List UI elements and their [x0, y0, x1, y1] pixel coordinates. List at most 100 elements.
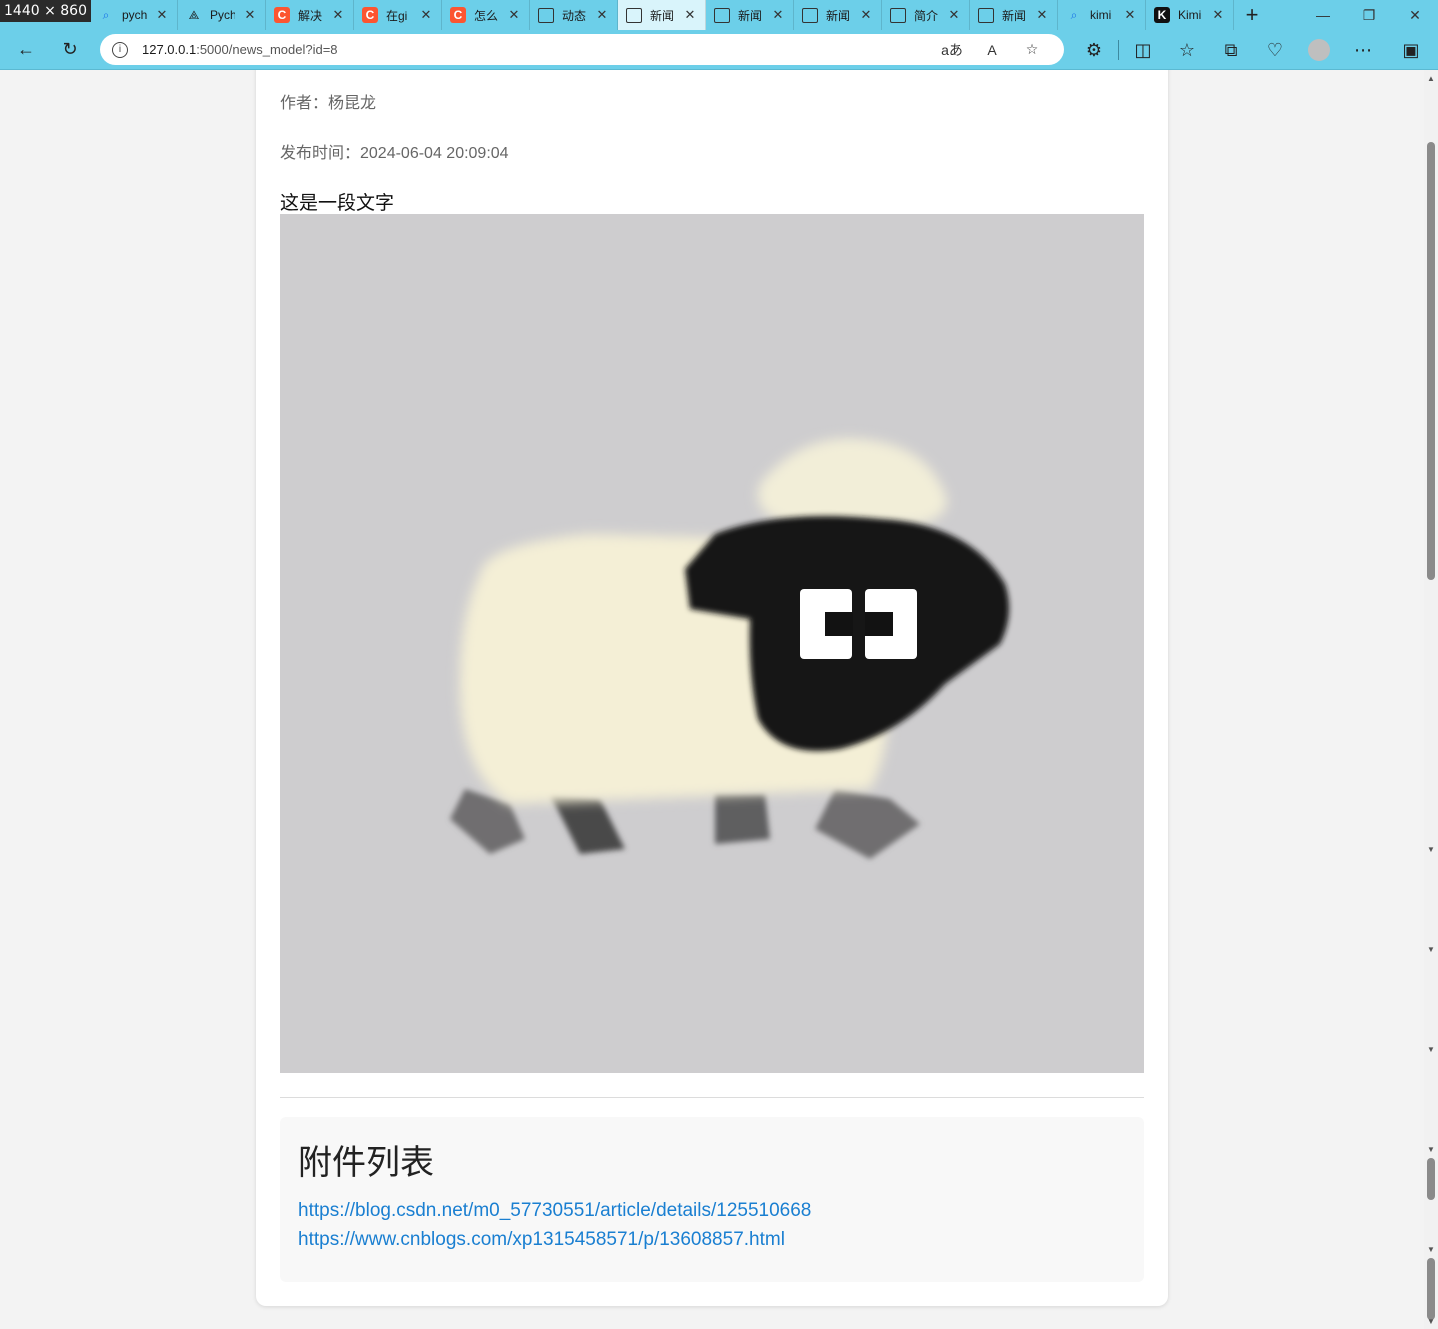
page-icon: [890, 7, 906, 23]
tab-title: kimi: [1090, 8, 1112, 22]
browser-tab[interactable]: ⟁ Pych ✕: [178, 0, 266, 30]
browser-tab[interactable]: ⌕ kimi ✕: [1058, 0, 1146, 30]
tab-title: 新闻: [650, 8, 675, 23]
browser-tab[interactable]: 新闻 ✕: [618, 0, 706, 30]
close-window-icon[interactable]: ✕: [1392, 0, 1438, 30]
sidebar-toggle-icon[interactable]: ▣: [1389, 34, 1433, 66]
avatar: [1308, 39, 1330, 61]
tab-title: 新闻: [1002, 8, 1027, 23]
search-icon: ⌕: [1070, 7, 1078, 22]
split-screen-icon[interactable]: ◫: [1121, 34, 1165, 66]
tab-close-icon[interactable]: ✕: [771, 7, 785, 23]
search-icon: ⌕: [102, 7, 110, 22]
tab-title: Kimi: [1178, 8, 1202, 22]
url-host: 127.0.0.1: [142, 42, 197, 57]
tab-close-icon[interactable]: ✕: [947, 7, 961, 23]
back-icon[interactable]: ←: [6, 34, 46, 66]
tab-close-icon[interactable]: ✕: [331, 7, 345, 23]
browser-tab[interactable]: 动态 ✕: [530, 0, 618, 30]
browser-tab[interactable]: 简介 ✕: [882, 0, 970, 30]
browser-tab[interactable]: ⌕ pych ✕: [90, 0, 178, 30]
scrollbar-thumb[interactable]: [1427, 142, 1435, 580]
site-info-icon[interactable]: i: [112, 41, 128, 58]
refresh-icon[interactable]: ↻: [50, 34, 90, 66]
extensions-icon[interactable]: ⚙: [1072, 34, 1116, 66]
scroll-down-icon[interactable]: ▼: [1426, 1317, 1436, 1326]
translate-icon[interactable]: aあ: [932, 40, 972, 60]
tab-close-icon[interactable]: ✕: [1211, 7, 1225, 23]
csdn-icon: C: [274, 7, 290, 23]
tab-close-icon[interactable]: ✕: [859, 7, 873, 23]
minimize-icon[interactable]: —: [1300, 0, 1346, 30]
author-line: 作者：杨昆龙: [280, 95, 377, 112]
tab-close-icon[interactable]: ✕: [243, 7, 257, 23]
browser-tab[interactable]: 新闻 ✕: [970, 0, 1058, 30]
tab-close-icon[interactable]: ✕: [155, 7, 169, 23]
toolbar-right: ⚙ ◫ ☆ ⧉ ♡ ⋯ ▣: [1072, 30, 1433, 70]
attachment-link[interactable]: https://www.cnblogs.com/xp1315458571/p/1…: [298, 1225, 1126, 1254]
kimi-icon: K: [1154, 7, 1170, 23]
dimension-badge: 1440 × 860: [0, 0, 91, 22]
page-icon: [626, 7, 642, 23]
page-icon: [978, 7, 994, 23]
browser-tab[interactable]: K Kimi ✕: [1146, 0, 1234, 30]
scroll-marker-icon: ▼: [1427, 945, 1435, 954]
csdn-icon: C: [362, 7, 378, 23]
scroll-up-icon[interactable]: ▲: [1426, 74, 1436, 83]
attachment-link[interactable]: https://blog.csdn.net/m0_57730551/articl…: [298, 1196, 1126, 1225]
article-body-text: 这是一段文字: [280, 193, 395, 214]
tab-close-icon[interactable]: ✕: [507, 7, 521, 23]
read-aloud-icon[interactable]: A: [972, 42, 1012, 58]
page-icon: [802, 7, 818, 23]
tab-title: pych: [122, 8, 147, 22]
attachment-heading: 附件列表: [298, 1144, 434, 1182]
browser-tab[interactable]: 新闻 ✕: [794, 0, 882, 30]
browser-tab[interactable]: C 怎么 ✕: [442, 0, 530, 30]
article-image: [280, 214, 1144, 1073]
browser-toolbar: ← ↻ i 127.0.0.1:5000/news_model?id=8 aあ …: [0, 30, 1438, 70]
favorite-star-icon[interactable]: ☆: [1012, 41, 1052, 58]
tab-title: 动态: [562, 8, 587, 23]
more-menu-icon[interactable]: ⋯: [1341, 34, 1385, 66]
scroll-marker-icon: ▼: [1427, 845, 1435, 854]
tab-close-icon[interactable]: ✕: [1035, 7, 1049, 23]
scroll-marker-icon: ▼: [1427, 1045, 1435, 1054]
tab-close-icon[interactable]: ✕: [683, 7, 697, 23]
favorites-icon[interactable]: ☆: [1165, 34, 1209, 66]
tab-close-icon[interactable]: ✕: [1123, 7, 1137, 23]
url-text[interactable]: 127.0.0.1:5000/news_model?id=8: [142, 42, 932, 57]
new-tab-button[interactable]: +: [1234, 0, 1270, 30]
window-controls: — ❐ ✕: [1300, 0, 1438, 30]
browser-tab[interactable]: C 在gi ✕: [354, 0, 442, 30]
tab-title: 简介: [914, 8, 939, 23]
sheep-illustration: [450, 438, 1009, 859]
tab-title: 新闻: [826, 8, 851, 23]
tab-title: 解决: [298, 8, 323, 23]
tab-close-icon[interactable]: ✕: [419, 7, 433, 23]
browser-tab[interactable]: 新闻 ✕: [706, 0, 794, 30]
csdn-icon: C: [450, 7, 466, 23]
page-scrollbar[interactable]: ▲ ▼ ▼ ▼ ▼ ▼ ▼: [1424, 70, 1438, 1329]
scrollbar-thumb-secondary[interactable]: [1427, 1158, 1435, 1200]
scrollbar-thumb-tertiary[interactable]: [1427, 1258, 1435, 1320]
profile-button[interactable]: [1297, 34, 1341, 66]
restore-icon[interactable]: ❐: [1346, 0, 1392, 30]
sheep-wool-tuft: [758, 438, 947, 524]
tab-title: 在gi: [386, 8, 408, 23]
article-card: 作者：杨昆龙 发布时间：2024-06-04 20:09:04 这是一段文字 附…: [256, 70, 1168, 1306]
tab-title: 新闻: [738, 8, 763, 23]
tab-strip: ⌕ pych ✕ ⟁ Pych ✕ C 解决 ✕ C 在gi ✕ C 怎么 ✕ 动态 ✕ 新闻 ✕ 新闻 ✕ 新闻 ✕ 简介 ✕…: [0, 0, 1438, 30]
scroll-marker-icon: ▼: [1427, 1245, 1435, 1254]
attachment-panel: 附件列表 https://blog.csdn.net/m0_57730551/a…: [280, 1117, 1144, 1282]
tab-title: 怎么: [474, 8, 499, 23]
address-bar[interactable]: i 127.0.0.1:5000/news_model?id=8 aあ A ☆: [100, 34, 1064, 65]
collections-icon[interactable]: ⧉: [1209, 34, 1253, 66]
tab-title: Pych: [210, 8, 235, 22]
url-path: :5000/news_model?id=8: [196, 42, 338, 57]
tab-close-icon[interactable]: ✕: [595, 7, 609, 23]
page-icon: [538, 7, 554, 23]
browser-tab[interactable]: C 解决 ✕: [266, 0, 354, 30]
browser-essentials-icon[interactable]: ♡: [1253, 34, 1297, 66]
page-viewport: 作者：杨昆龙 发布时间：2024-06-04 20:09:04 这是一段文字 附…: [0, 70, 1424, 1329]
page-icon: [714, 7, 730, 23]
